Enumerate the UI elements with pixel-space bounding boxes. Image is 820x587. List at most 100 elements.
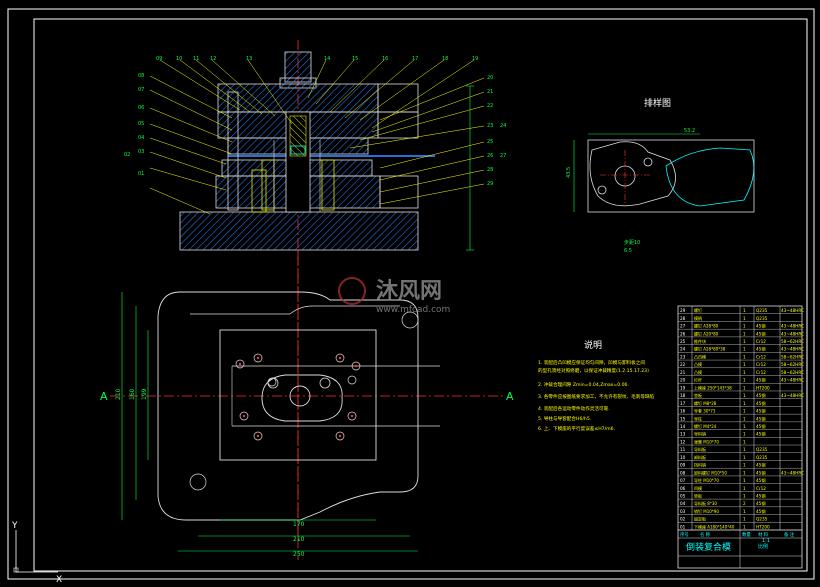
bom-cell: 凸模 [694, 361, 702, 367]
bom-table: 29 螺钉 1 Q235 43~48HRC28 模柄 1 Q23527 螺钉 A28*80 1 45… [677, 305, 804, 569]
bom-cell: 1 [743, 447, 746, 452]
bom-cell: 20 [680, 378, 686, 383]
callout-labels-top: 09 10 11 12 13 14 15 16 17 18 19 [156, 56, 478, 62]
bom-cell: 螺钉 M4*24 [694, 423, 717, 429]
bom-cell: 凸模 [694, 369, 702, 375]
bom-cell: 螺钉 M8*28 [694, 400, 717, 406]
bom-cell: 45钢 [756, 477, 766, 484]
note-line: 4. 装配后各运动零件动作灵活可靠. [538, 405, 610, 412]
bom-cell: 1 [743, 432, 746, 437]
callout: 06 [138, 105, 144, 111]
bom-cell: 43~48HRC [781, 393, 804, 398]
bom-cell: 螺钉 A28*80*38 [694, 346, 726, 352]
bom-cell: 02 [680, 517, 686, 522]
bom-cell: 上模座 250*143*38 [694, 384, 732, 390]
bom-cell: 43~48HRC [781, 324, 804, 329]
dim-250: 250 [293, 551, 305, 558]
ucs-icon: Y X [11, 521, 62, 585]
bom-cell: 58~62HRC [781, 339, 804, 344]
bom-cell: 垫板 [694, 493, 702, 499]
bom-cell: 45钢 [756, 377, 766, 384]
note-line: 3. 各零件应按图纸要求加工，不允许有裂纹、毛刺等缺陷 [538, 393, 655, 400]
bom-cell: Q235 [756, 308, 768, 313]
strip-height-dim: 43.5 [566, 167, 572, 178]
bom-cell: 08 [680, 470, 686, 475]
bom-cell: 推件块 [694, 338, 706, 344]
bom-cell: 45钢 [756, 392, 766, 399]
bom-cell: 螺钉 [694, 307, 702, 313]
bom-cell: 45钢 [756, 431, 766, 438]
bom-cell: 58~62HRC [781, 370, 804, 375]
bom-cell: 04 [680, 501, 686, 506]
bom-cell: 07 [680, 478, 686, 483]
callout: 23 [487, 123, 493, 129]
bom-cell: 58~62HRC [781, 354, 804, 359]
bom-cell: 45钢 [756, 415, 766, 422]
note-line: 6. 上、下模座的平行度误差≤H7/m6. [538, 425, 615, 432]
watermark: 沐风网 www.mfcad.com [338, 277, 450, 315]
callout: 07 [138, 87, 144, 93]
callout: 16 [382, 56, 388, 62]
bom-cell: 1 [743, 378, 746, 383]
bom-cell: 43~48HRC [781, 347, 804, 352]
drawing-title: 倒装复合模 [686, 541, 731, 553]
bom-cell: 19 [680, 385, 686, 390]
notes-title: 说明 [584, 339, 602, 351]
plan-view [110, 250, 505, 560]
bom-cell: 43~48HRC [781, 378, 804, 383]
bom-cell: 1 [743, 308, 746, 313]
ucs-y-label: Y [11, 521, 18, 531]
callout: 04 [138, 135, 144, 141]
bom-cell: Cr12 [756, 354, 766, 359]
callout: 29 [487, 181, 493, 187]
bom-cell: 21 [680, 370, 686, 375]
bom-cell: 16 [680, 409, 686, 414]
bom-cell: 45钢 [756, 330, 766, 337]
ucs-x-label: X [56, 575, 62, 585]
bom-cell: 22 [680, 362, 686, 367]
bom-cell: 14 [680, 424, 686, 429]
callout: 03 [138, 149, 144, 155]
callout: 10 [176, 56, 182, 62]
bom-cell: 43~48HRC [781, 308, 804, 313]
bom-cell: 45钢 [756, 508, 766, 515]
bom-cell: 43~48HRC [781, 331, 804, 336]
callout: 15 [352, 56, 358, 62]
note-line: 2. 冲裁合理间隙 Zmin=0.04,Zmax=0.06. [538, 381, 629, 388]
bom-cell: Cr12 [756, 486, 766, 491]
bom-cell: 45钢 [756, 493, 766, 500]
bom-cell: 1 [743, 478, 746, 483]
bom-cell: 导料板 8*30 [694, 500, 717, 506]
bom-cell: 28 [680, 316, 686, 321]
bom-cell: 45钢 [756, 323, 766, 330]
bom-cell: 1 [743, 494, 746, 499]
bom-cell: 1 [743, 509, 746, 514]
bom-cell: 1 [743, 324, 746, 329]
callout: 20 [487, 75, 493, 81]
bom-cell: 26 [680, 331, 686, 336]
bom-cell: 45钢 [756, 462, 766, 469]
bom-cell: 15 [680, 416, 686, 421]
section-mark-left: A [100, 390, 108, 403]
bom-cell: 螺钉 A28*80 [694, 323, 719, 329]
bom-header-material: 材 料 [758, 531, 769, 538]
callout: 02 [124, 152, 130, 158]
bom-cell: 1 [743, 463, 746, 468]
bom-cell: 45钢 [756, 346, 766, 353]
callout: 12 [210, 56, 216, 62]
note-line: 1. 装配后凸凹模应保证均匀间隙，凹模与卸料板之间 [538, 359, 645, 366]
bom-cell: 09 [680, 463, 686, 468]
bom-cell: 1 [743, 393, 746, 398]
dim-vertical-1: 210 [115, 388, 122, 400]
section-mark-right: A [506, 390, 514, 403]
callout: 17 [412, 56, 418, 62]
bom-cell: 导柱 [694, 415, 702, 421]
bom-cell: 导柱 M10*70 [694, 477, 719, 483]
bom-cell: 03 [680, 509, 686, 514]
note-line: 的型孔须经对照修磨，以保证冲裁精度(1.2.15.17.23) [538, 367, 649, 374]
bom-cell: 1 [743, 524, 746, 529]
bom-cell: Cr12 [756, 339, 766, 344]
bom-cell: 导套 30*73 [694, 408, 716, 414]
bom-cell: 1 [743, 416, 746, 421]
bom-cell: 01 [680, 524, 686, 529]
